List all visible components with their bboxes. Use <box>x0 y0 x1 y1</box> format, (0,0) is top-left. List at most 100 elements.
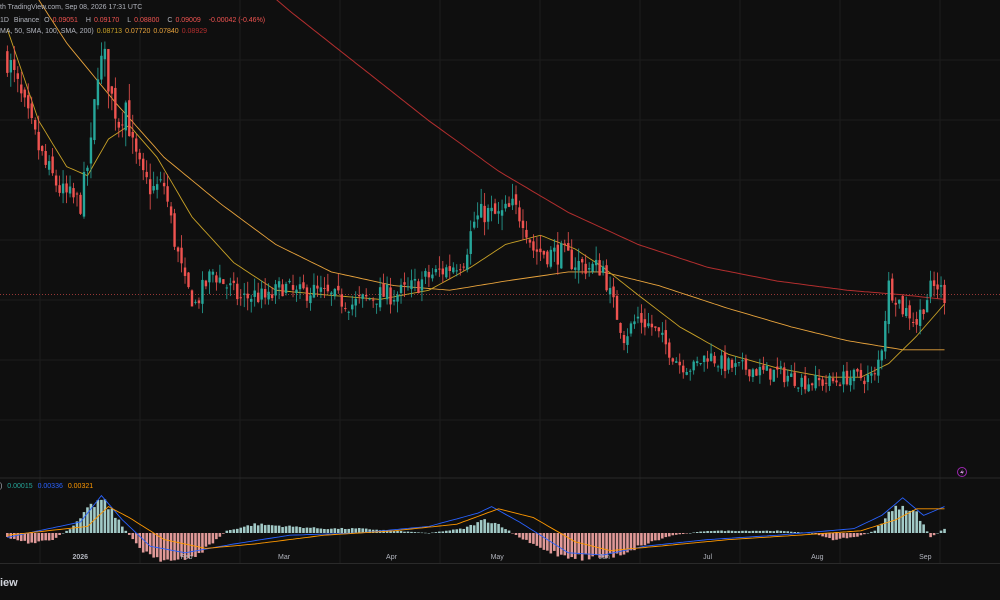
candle-body <box>103 48 107 60</box>
macd-legend: ) 0.00015 0.00336 0.00321 <box>0 483 96 490</box>
x-axis-tick-label: Feb <box>181 554 193 561</box>
macd-histogram-bar <box>559 533 563 555</box>
macd-histogram-bar <box>511 533 514 534</box>
macd-histogram-bar <box>856 533 859 537</box>
macd-histogram-bar <box>584 533 587 555</box>
macd-histogram-bar <box>281 527 284 533</box>
candle-body <box>291 285 295 290</box>
macd-histogram-bar <box>842 533 845 538</box>
candle-body <box>40 146 44 152</box>
macd-histogram-bar <box>532 533 535 544</box>
candle-body <box>187 272 190 288</box>
candle-body <box>406 286 410 288</box>
macd-histogram-bar <box>173 533 176 561</box>
macd-histogram-bar <box>100 499 103 533</box>
macd-histogram-bar <box>343 528 347 533</box>
macd-histogram-bar <box>472 525 476 533</box>
macd-histogram-bar <box>225 530 229 533</box>
candle-body <box>277 281 281 288</box>
macd-histogram-bar <box>319 528 323 533</box>
macd-histogram-bar <box>591 533 594 557</box>
candle-body <box>915 319 918 325</box>
candle-body <box>668 342 671 358</box>
candle-body <box>490 207 493 212</box>
macd-histogram-bar <box>127 533 131 535</box>
chart-canvas: 2026 Feb Mar Apr May Jun Jul Aug Sep <box>0 0 1000 563</box>
candle-body <box>267 291 270 300</box>
candle-body <box>232 280 235 283</box>
candle-body <box>117 121 121 128</box>
candle-body <box>155 184 159 190</box>
candle-body <box>455 270 458 272</box>
candle-body <box>396 294 399 302</box>
candle-body <box>469 231 472 254</box>
macd-histogram-bar <box>288 525 291 533</box>
macd-histogram-bar <box>72 525 75 533</box>
candle-body <box>441 268 445 275</box>
macd-histogram-bar <box>873 530 877 533</box>
macd-histogram-bar <box>706 530 709 533</box>
candle-body <box>47 161 51 170</box>
candle-body <box>34 120 37 130</box>
x-axis-tick-label: Apr <box>386 554 398 561</box>
macd-histogram-bar <box>162 533 166 561</box>
candle-body <box>852 369 856 382</box>
ma-legend-value: 0.07840 <box>153 28 179 35</box>
macd-histogram-bar <box>469 524 473 533</box>
macd-histogram-bar <box>737 531 741 533</box>
x-axis-tick-label: Jul <box>703 554 712 561</box>
candle-body <box>30 103 33 119</box>
candle-body <box>814 374 817 389</box>
macd-histogram-bar <box>507 530 511 533</box>
candle-body <box>305 287 309 301</box>
macd-histogram-bar <box>54 533 58 538</box>
macd-histogram-bar <box>215 533 218 540</box>
candle-body <box>72 188 75 198</box>
candle-body <box>197 300 201 304</box>
candle-body <box>344 308 347 310</box>
candle-body <box>9 59 13 73</box>
candle-body <box>873 373 877 375</box>
candle-body <box>859 369 863 379</box>
candle-body <box>615 295 619 320</box>
candle-body <box>107 49 110 92</box>
ma-legend-value: 0.08713 <box>96 28 123 35</box>
flash-bolt-icon <box>960 469 964 476</box>
macd-histogram-bar <box>688 533 692 534</box>
low-value: L 0.08800 <box>127 17 160 24</box>
macd-histogram-bar <box>769 530 772 533</box>
candle-body <box>354 298 357 306</box>
macd-histogram-bar <box>518 533 521 538</box>
open-value: O 0.09051 <box>44 17 78 24</box>
macd-histogram-bar <box>141 533 145 553</box>
candle-body <box>253 290 256 297</box>
candle-body <box>772 369 776 382</box>
candle-body <box>884 320 887 352</box>
macd-histogram-bar <box>629 533 633 551</box>
candle-body <box>553 247 556 252</box>
candle-body <box>44 151 47 165</box>
candle-body <box>702 355 706 363</box>
macd-histogram-bar <box>922 524 925 533</box>
candle-body <box>842 371 845 385</box>
macd-histogram-bar <box>58 533 61 536</box>
candle-body <box>647 323 650 327</box>
macd-histogram-bar <box>399 530 403 533</box>
macd-histogram-bar <box>424 532 427 534</box>
x-axis-tick-label: Jun <box>599 554 610 561</box>
candle-body <box>577 260 580 271</box>
macd-histogram-bar <box>880 523 884 533</box>
macd-histogram-bar <box>152 533 155 558</box>
candle-body <box>323 287 326 289</box>
candle-body <box>145 171 148 178</box>
macd-histogram-bar <box>647 533 650 544</box>
candle-body <box>229 283 232 286</box>
ma-legend: MA, 50, SMA, 100, SMA, 200) 0.08713 0.0772… <box>0 28 210 35</box>
candle-body <box>96 79 100 106</box>
candle-body <box>918 309 922 326</box>
macd-histogram-bar <box>114 517 117 533</box>
macd-histogram-bar <box>103 499 107 533</box>
candle-body <box>169 206 173 216</box>
macd-histogram-bar <box>755 530 758 533</box>
macd-histogram-bar <box>497 523 500 533</box>
